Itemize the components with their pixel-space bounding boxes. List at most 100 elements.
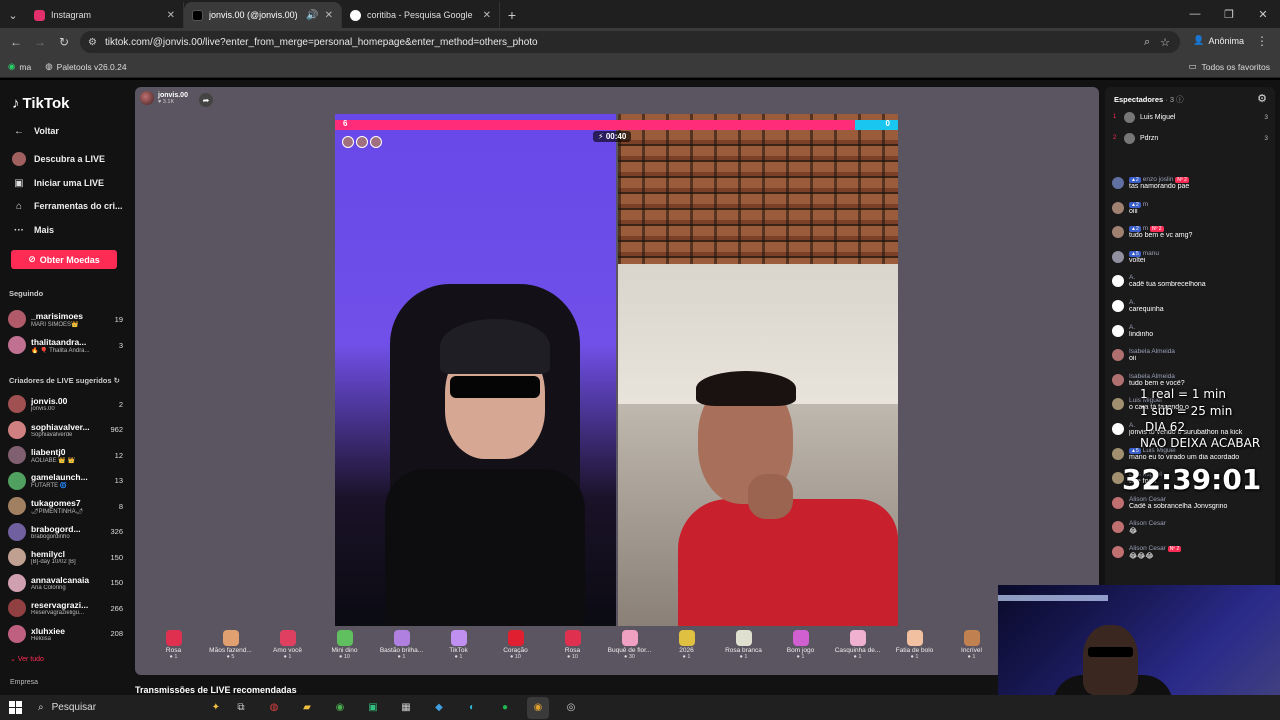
chat-message[interactable]: Isabela Almeida oii (1112, 348, 1270, 362)
chat-message[interactable]: Alison Cesar Nº 2 😂😂😂 (1112, 545, 1270, 560)
following-account[interactable]: _marisimoes MARI SIMÕES👑 19 (8, 308, 123, 330)
restore-button[interactable]: ❐ (1212, 0, 1246, 28)
incognito-badge[interactable]: 👤 Anônima (1193, 35, 1244, 46)
speaker-icon[interactable]: 🔊 (306, 10, 318, 21)
spotify-icon[interactable]: ● (494, 697, 516, 719)
gift-item[interactable]: Rosa ● 10 (544, 627, 601, 675)
viewer-row[interactable]: 1 Luis Miguel 3 (1113, 110, 1268, 124)
gift-item[interactable]: Bom jogo ● 1 (772, 627, 829, 675)
see-all-link[interactable]: ⌄ Ver tudo (10, 655, 44, 663)
gift-item[interactable]: TikTok ● 1 (430, 627, 487, 675)
tab-google[interactable]: coritiba - Pesquisa Google ✕ (342, 2, 500, 28)
forward-arrow-icon[interactable]: → (28, 35, 52, 49)
edge-icon[interactable]: ◐ (461, 697, 483, 719)
bookmark-star-icon[interactable]: ☆ (1160, 36, 1170, 49)
gift-item[interactable]: Amo você ● 1 (259, 627, 316, 675)
app-grid-icon[interactable]: ▦ (395, 697, 417, 719)
gift-item[interactable]: Buquê de flor... ● 30 (601, 627, 658, 675)
top-gifters[interactable] (342, 136, 382, 148)
gift-item[interactable]: Incrível ● 1 (943, 627, 1000, 675)
taskbar-search[interactable]: ⌕ Pesquisar ✦ (30, 695, 220, 720)
chrome-active-icon[interactable]: ◉ (527, 696, 549, 719)
close-icon[interactable]: ✕ (483, 10, 491, 21)
suggested-account[interactable]: gamelaunch... FUTARTE 🌀 13 (8, 470, 123, 492)
back-arrow-icon[interactable]: ← (4, 35, 28, 49)
app-blue-icon[interactable]: ◆ (428, 697, 450, 719)
gift-item[interactable]: Mãos fazend... ● 5 (202, 627, 259, 675)
chrome-icon[interactable]: ◉ (329, 697, 351, 719)
gift-item[interactable]: Bastão brilha... ● 1 (373, 627, 430, 675)
suggested-account[interactable]: hemilycl [B]-day 10/02 [B] 150 (8, 546, 123, 568)
chat-message[interactable]: Alison Cesar 😂 (1112, 520, 1270, 535)
gift-item[interactable]: Rosa branca ● 1 (715, 627, 772, 675)
chat-message[interactable]: ▲2 m Nº 2 tudo bem e vc amg? (1112, 225, 1270, 239)
browser-tabbar: ⌄ Instagram ✕ jonvis.00 (@jonvis.00) com… (0, 0, 1280, 28)
info-icon[interactable]: ⓘ (1176, 95, 1184, 104)
chat-username-row: Alison Cesar (1129, 496, 1270, 503)
site-info-icon[interactable]: ⚙ (88, 37, 97, 48)
suggested-account[interactable]: annavalcanaia Ana Coloring 150 (8, 572, 123, 594)
battle-video[interactable]: 6 0 ⚡ 00:40 (335, 114, 898, 626)
url-omnibox[interactable]: ⚙ tiktok.com/@jonvis.00/live?enter_from_… (80, 31, 1180, 53)
gift-item[interactable]: Coração ● 10 (487, 627, 544, 675)
chat-message[interactable]: ▲2 m oiii (1112, 201, 1270, 215)
viewer-row[interactable]: 2 Pdrzn 3 (1113, 131, 1268, 145)
gift-item[interactable]: Mini dino ● 10 (316, 627, 373, 675)
chat-message[interactable]: A. cadê tua sombrecelhona (1112, 274, 1270, 288)
close-icon[interactable]: ✕ (325, 10, 333, 21)
chat-message[interactable]: Alison Cesar Cadê a sobrancelha Jonvsgri… (1112, 496, 1270, 510)
close-window-button[interactable]: ✕ (1246, 0, 1280, 28)
url-text[interactable]: tiktok.com/@jonvis.00/live?enter_from_me… (105, 37, 1136, 48)
menu-kebab-icon[interactable]: ⋮ (1256, 34, 1268, 48)
get-coins-button[interactable]: ⊘ Obter Moedas (11, 250, 117, 269)
suggested-account[interactable]: jonvis.00 jonvis.00 2 (8, 393, 123, 415)
chat-message[interactable]: A. jonvis to vendo o surubathon na kick (1112, 422, 1270, 436)
chat-message[interactable]: ▲2 enzo joslin Nº 2 tas namorando pae (1112, 176, 1270, 190)
refresh-icon[interactable]: ↻ (114, 376, 120, 385)
gift-item[interactable]: Rosa ● 1 (145, 627, 202, 675)
chat-message[interactable]: Isabela Almeida tudo bem e você? (1112, 373, 1270, 387)
bookmark-whatsapp[interactable]: ◉ ma (8, 61, 31, 72)
gear-icon[interactable]: ⚙ (1257, 92, 1267, 105)
nav-discover-live[interactable]: Descubra a LIVE (12, 152, 105, 166)
obs-icon[interactable]: ◎ (560, 697, 582, 719)
gifter-avatar (370, 136, 382, 148)
viewer-count: 150 (110, 578, 123, 587)
tab-instagram[interactable]: Instagram ✕ (26, 2, 184, 28)
app-red-icon[interactable]: ◍ (263, 697, 285, 719)
all-favorites[interactable]: ▭ Todos os favoritos (1188, 61, 1270, 72)
suggested-account[interactable]: tukagomes7 🌶PIMENTINHA🌶 8 (8, 495, 123, 517)
nav-start-live[interactable]: ▣ Iniciar uma LIVE (12, 176, 104, 190)
tab-search-icon[interactable]: ⌄ (0, 2, 26, 28)
suggested-account[interactable]: reservagrazi... Reservagrazieligu... 266 (8, 597, 123, 619)
chat-message[interactable]: A. lindinho (1112, 324, 1270, 338)
host-info[interactable]: jonvis.00 ♥ 3.1K (140, 91, 188, 105)
zoom-icon[interactable]: ⌕ (1144, 36, 1150, 49)
minimize-button[interactable]: — (1178, 0, 1212, 28)
gift-item[interactable]: Casquinha de... ● 1 (829, 627, 886, 675)
chat-message[interactable]: A. carequinha (1112, 299, 1270, 313)
app-green-icon[interactable]: ▣ (362, 697, 384, 719)
reload-icon[interactable]: ↻ (52, 35, 76, 49)
suggested-account[interactable]: xluhxiee Heloisa 208 (8, 623, 123, 645)
file-explorer-icon[interactable]: ▰ (296, 697, 318, 719)
following-account[interactable]: thalitaandra... 🔥 🎈 Thalita Andra... 3 (8, 334, 123, 356)
gift-item[interactable]: 2026 ● 1 (658, 627, 715, 675)
new-tab-button[interactable]: + (500, 2, 524, 28)
tab-tiktok[interactable]: jonvis.00 (@jonvis.00) com 🔊 ✕ (184, 2, 342, 28)
bookmark-paletools[interactable]: ◍ Paletools v26.0.24 (45, 61, 126, 72)
chat-message[interactable]: ▲5 manu voltei (1112, 250, 1270, 264)
gift-item[interactable]: Fatia de bolo ● 1 (886, 627, 943, 675)
suggested-account[interactable]: brabogord... brabogordinho 326 (8, 521, 123, 543)
close-icon[interactable]: ✕ (167, 10, 175, 21)
nav-creator-tools[interactable]: ⌂ Ferramentas do cri... (12, 199, 123, 213)
nav-back[interactable]: ← Voltar (12, 124, 59, 138)
nav-more[interactable]: ··· Mais (12, 223, 54, 237)
footer-company[interactable]: Empresa (10, 679, 38, 686)
task-view-icon[interactable]: ⧉ (230, 697, 252, 719)
start-button[interactable] (0, 701, 30, 714)
suggested-account[interactable]: liabentj0 AOLIABE 👑 👑 12 (8, 444, 123, 466)
suggested-account[interactable]: sophiavalver... Sophiavalverde 962 (8, 419, 123, 441)
tiktok-logo[interactable]: ♪ TikTok (12, 95, 69, 112)
share-icon[interactable]: ➦ (199, 93, 213, 107)
